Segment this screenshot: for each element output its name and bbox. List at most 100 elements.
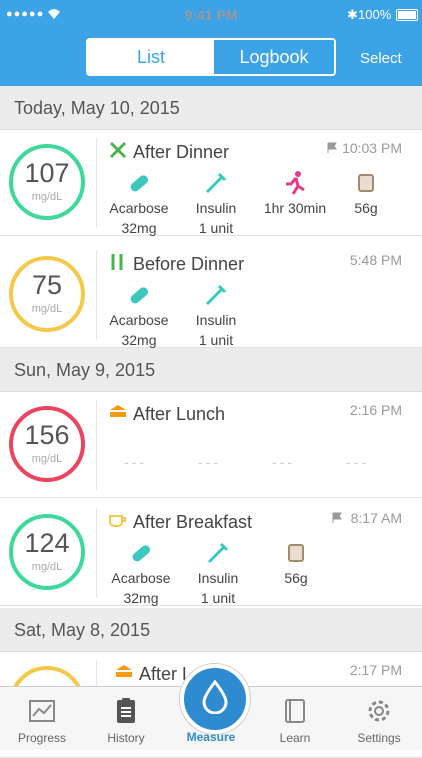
entry-time: 5:48 PM bbox=[349, 252, 402, 268]
status-bar: ●●●●● 9:41 PM ✱ 100% bbox=[0, 0, 422, 30]
water-drop-icon bbox=[202, 680, 228, 714]
list-item[interactable]: 75 mg/dL Before Dinner 5:48 PM Acarbose … bbox=[0, 242, 422, 348]
medication-item: Acarbose 32mg bbox=[99, 282, 179, 348]
bluetooth-icon: ✱ bbox=[347, 7, 358, 22]
glucose-gauge: 124 mg/dL bbox=[9, 514, 85, 590]
carbs-item: 56g bbox=[326, 170, 406, 216]
glucose-value: 75 bbox=[31, 270, 63, 300]
runner-icon bbox=[286, 171, 305, 195]
divider bbox=[96, 400, 97, 490]
empty-placeholder: --- bbox=[198, 454, 221, 470]
entry-time: 2:17 PM bbox=[349, 662, 402, 678]
item-label: Insulin bbox=[195, 200, 237, 216]
exercise-item: 1hr 30min bbox=[255, 170, 335, 216]
segment-list[interactable]: List bbox=[88, 40, 214, 74]
sandwich-icon bbox=[116, 665, 132, 677]
glucose-unit: mg/dL bbox=[31, 453, 63, 465]
divider bbox=[96, 138, 97, 228]
empty-placeholder: --- bbox=[346, 454, 369, 470]
list-item[interactable]: 124 mg/dL After Breakfast 8:17 AM Acarbo… bbox=[0, 500, 422, 606]
entry-time: 8:17 AM bbox=[350, 510, 402, 526]
pill-icon bbox=[132, 545, 151, 562]
tab-label: Learn bbox=[279, 731, 311, 745]
glucose-value: 107 bbox=[24, 158, 70, 188]
list-item[interactable]: 156 mg/dL After Lunch 2:16 PM --- --- --… bbox=[0, 392, 422, 498]
insulin-item: Insulin 1 unit bbox=[176, 282, 256, 348]
tab-learn[interactable]: Learn bbox=[253, 687, 337, 751]
section-header: Today, May 10, 2015 bbox=[0, 86, 422, 130]
tab-measure[interactable] bbox=[180, 664, 250, 734]
syringe-icon bbox=[207, 542, 229, 564]
tab-history[interactable]: History bbox=[84, 687, 168, 751]
glucose-gauge: 156 mg/dL bbox=[9, 406, 85, 482]
item-sublabel: 1 unit bbox=[200, 590, 236, 606]
empty-placeholder: --- bbox=[124, 454, 147, 470]
pill-icon bbox=[130, 287, 149, 304]
entry-time: 2:16 PM bbox=[349, 402, 402, 418]
item-label: Acarbose bbox=[109, 312, 169, 328]
clipboard-icon bbox=[117, 698, 135, 723]
insulin-item: Insulin 1 unit bbox=[178, 540, 258, 606]
syringe-icon bbox=[205, 284, 227, 306]
item-label: Insulin bbox=[195, 312, 237, 328]
book-icon bbox=[285, 699, 305, 723]
medication-item: Acarbose 32mg bbox=[101, 540, 181, 606]
item-sublabel: 32mg bbox=[121, 220, 157, 236]
battery-icon bbox=[396, 9, 418, 21]
meal-title: After Lunch bbox=[133, 404, 226, 424]
gear-icon bbox=[368, 700, 390, 722]
flag-icon[interactable] bbox=[326, 142, 338, 154]
tab-label: History bbox=[107, 731, 145, 745]
item-sublabel: 1 unit bbox=[198, 332, 234, 348]
item-label: 56g bbox=[284, 570, 308, 586]
fork-knife-icon bbox=[109, 141, 127, 159]
select-button[interactable]: Select bbox=[360, 50, 402, 67]
divider bbox=[96, 250, 97, 340]
tab-label: Progress bbox=[17, 731, 67, 745]
section-date: Sat, May 8, 2015 bbox=[14, 620, 151, 640]
medication-item: Acarbose 32mg bbox=[99, 170, 179, 236]
section-header: Sat, May 8, 2015 bbox=[0, 608, 422, 652]
syringe-icon bbox=[205, 172, 227, 194]
meal-title: After Dinner bbox=[133, 142, 230, 162]
bread-icon bbox=[358, 174, 374, 192]
segment-logbook[interactable]: Logbook bbox=[214, 40, 334, 74]
section-date: Sun, May 9, 2015 bbox=[14, 360, 156, 380]
tab-progress[interactable]: Progress bbox=[0, 687, 84, 751]
glucose-unit: mg/dL bbox=[31, 191, 63, 203]
glucose-gauge: 107 mg/dL bbox=[9, 144, 85, 220]
glucose-value: 156 bbox=[24, 420, 70, 450]
carbs-item: 56g bbox=[256, 540, 336, 586]
glucose-gauge: 75 mg/dL bbox=[9, 256, 85, 332]
insulin-item: Insulin 1 unit bbox=[176, 170, 256, 236]
list-item[interactable]: 107 mg/dL After Dinner 10:03 PM Acarbose… bbox=[0, 130, 422, 236]
item-label: Acarbose bbox=[109, 200, 169, 216]
tab-measure-label: Measure bbox=[186, 730, 236, 744]
glucose-unit: mg/dL bbox=[31, 561, 63, 573]
tab-label: Settings bbox=[357, 731, 401, 745]
divider bbox=[96, 508, 97, 598]
tab-settings[interactable]: Settings bbox=[337, 687, 421, 751]
item-label: Acarbose bbox=[111, 570, 171, 586]
fork-knife-icon bbox=[111, 254, 123, 270]
glucose-value: 124 bbox=[24, 528, 70, 558]
pill-icon bbox=[130, 175, 149, 192]
item-sublabel: 32mg bbox=[121, 332, 157, 348]
flag-icon[interactable] bbox=[331, 512, 343, 524]
section-date: Today, May 10, 2015 bbox=[14, 98, 180, 118]
entry-time: 10:03 PM bbox=[342, 140, 402, 156]
bread-icon bbox=[288, 544, 304, 562]
sandwich-icon bbox=[110, 405, 126, 417]
chart-icon bbox=[29, 700, 55, 722]
glucose-unit: mg/dL bbox=[31, 303, 63, 315]
view-segmented-control: List Logbook bbox=[86, 38, 336, 76]
header: ●●●●● 9:41 PM ✱ 100% List Logbook Select bbox=[0, 0, 422, 86]
item-label: Insulin bbox=[197, 570, 239, 586]
item-sublabel: 1 unit bbox=[198, 220, 234, 236]
item-label: 56g bbox=[354, 200, 378, 216]
coffee-cup-icon bbox=[109, 515, 126, 528]
meal-title: After Breakfast bbox=[133, 512, 253, 532]
battery-percent: 100% bbox=[358, 7, 392, 22]
section-header: Sun, May 9, 2015 bbox=[0, 348, 422, 392]
meal-title: Before Dinner bbox=[133, 254, 245, 274]
